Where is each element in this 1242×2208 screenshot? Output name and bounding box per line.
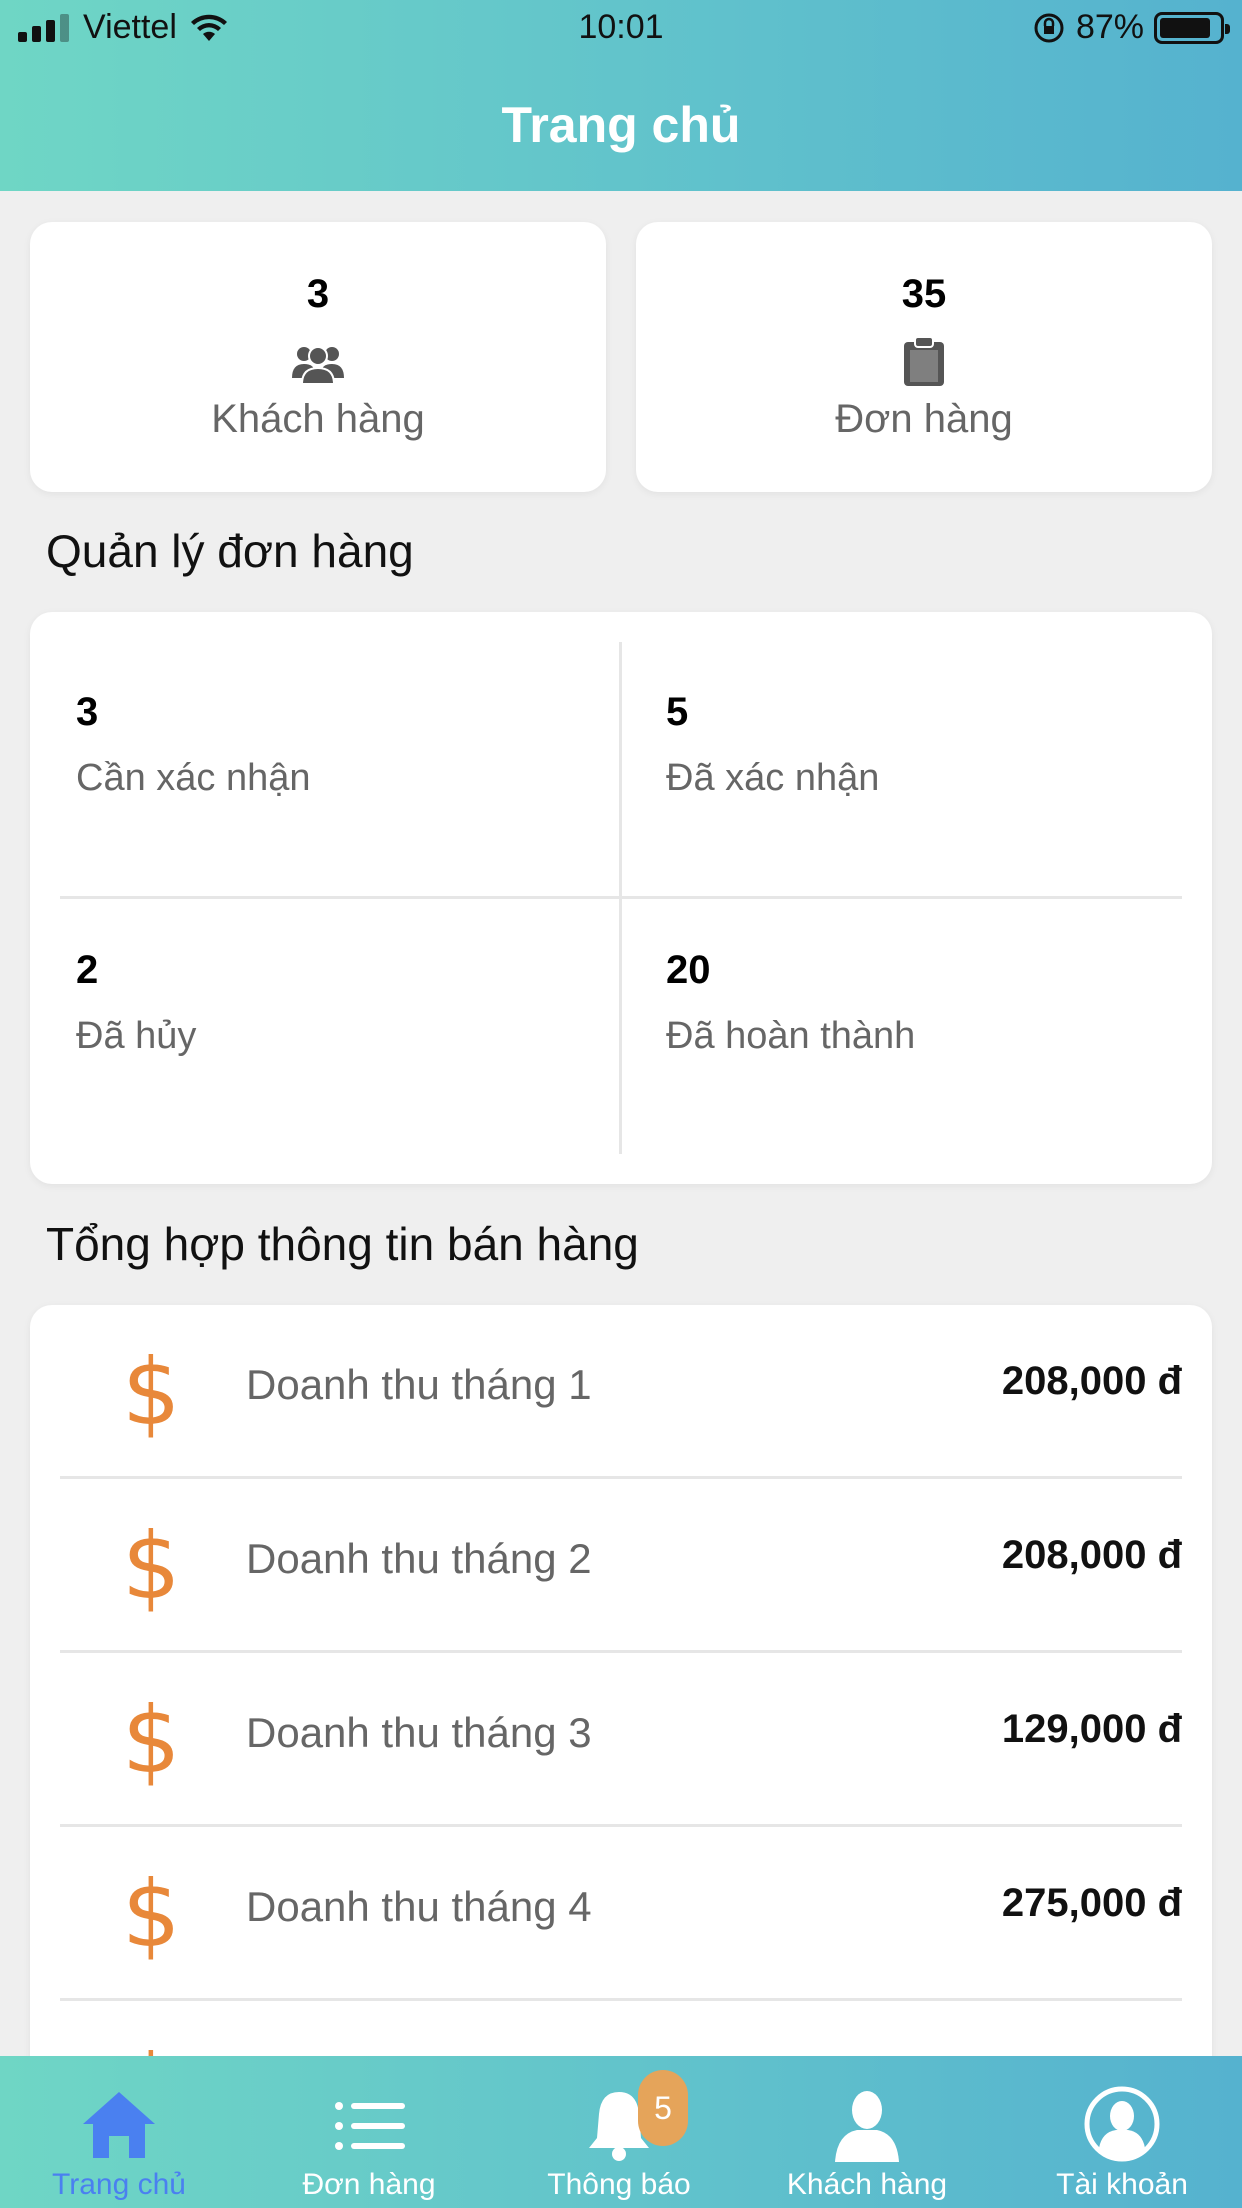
order-status-completed[interactable]: 20 Đã hoàn thành bbox=[666, 948, 1206, 1058]
tab-home[interactable]: Trang chủ bbox=[0, 2056, 243, 2208]
divider bbox=[60, 896, 1182, 899]
status-bar: Viettel 10:01 87% bbox=[0, 0, 1242, 60]
revenue-value: 129,000 đ bbox=[1001, 1707, 1182, 1751]
pending-count: 3 bbox=[76, 690, 99, 734]
tab-orders[interactable]: Đơn hàng bbox=[245, 2056, 493, 2208]
dollar-icon: $ bbox=[122, 1861, 181, 1968]
revenue-label: Doanh thu tháng 2 bbox=[246, 1535, 592, 1582]
dollar-icon: $ bbox=[122, 1687, 181, 1794]
tab-bar: Trang chủ Đơn hàng 5 Thông báo Khách hàn… bbox=[0, 2056, 1242, 2208]
revenue-row[interactable]: $ Doanh thu tháng 4 275,000 đ bbox=[30, 1827, 1212, 2001]
cancelled-label: Đã hủy bbox=[76, 1015, 197, 1057]
completed-count: 20 bbox=[666, 948, 711, 992]
page-title: Trang chủ bbox=[501, 97, 741, 153]
notification-badge: 5 bbox=[638, 2070, 688, 2146]
tab-notifications-label: Thông báo bbox=[547, 2168, 691, 2201]
orders-summary-card[interactable]: 35 Đơn hàng bbox=[636, 222, 1212, 492]
dollar-icon: $ bbox=[122, 1339, 181, 1446]
revenue-value: 275,000 đ bbox=[1001, 1881, 1182, 1925]
orders-label: Đơn hàng bbox=[835, 397, 1013, 441]
person-icon bbox=[835, 2091, 899, 2162]
completed-label: Đã hoàn thành bbox=[666, 1015, 916, 1057]
orders-count: 35 bbox=[901, 272, 947, 316]
sales-summary-title: Tổng hợp thông tin bán hàng bbox=[46, 1218, 639, 1270]
home-icon bbox=[83, 2092, 155, 2158]
cancelled-count: 2 bbox=[76, 948, 99, 992]
confirmed-count: 5 bbox=[666, 690, 689, 734]
tab-customers[interactable]: Khách hàng bbox=[743, 2056, 991, 2208]
battery-level bbox=[1160, 17, 1211, 38]
tab-notifications[interactable]: 5 Thông báo bbox=[495, 2056, 743, 2208]
revenue-value: 208,000 đ bbox=[1001, 1359, 1182, 1403]
list-icon bbox=[335, 2102, 405, 2150]
dollar-icon: $ bbox=[122, 1513, 181, 1620]
tab-account-label: Tài khoản bbox=[1056, 2168, 1188, 2201]
tab-orders-label: Đơn hàng bbox=[302, 2168, 436, 2201]
clipboard-icon bbox=[904, 336, 944, 386]
revenue-label: Doanh thu tháng 4 bbox=[246, 1883, 592, 1930]
rotation-lock-icon bbox=[1034, 13, 1064, 42]
battery-percent: 87% bbox=[1075, 8, 1144, 46]
account-icon bbox=[1084, 2086, 1160, 2162]
revenue-row[interactable]: $ Doanh thu tháng 3 129,000 đ bbox=[30, 1653, 1212, 1827]
tab-account[interactable]: Tài khoản bbox=[998, 2056, 1242, 2208]
customers-summary-card[interactable]: 3 Khách hàng bbox=[30, 222, 606, 492]
pending-label: Cần xác nhận bbox=[76, 757, 311, 799]
order-status-pending[interactable]: 3 Cần xác nhận bbox=[76, 690, 616, 800]
tab-customers-label: Khách hàng bbox=[786, 2168, 948, 2201]
revenue-label: Doanh thu tháng 3 bbox=[246, 1709, 592, 1756]
customers-label: Khách hàng bbox=[211, 397, 425, 441]
customers-icon bbox=[292, 346, 344, 384]
customers-count: 3 bbox=[306, 272, 330, 316]
order-status-cancelled[interactable]: 2 Đã hủy bbox=[76, 948, 616, 1058]
revenue-row[interactable]: $ Doanh thu tháng 1 208,000 đ bbox=[30, 1305, 1212, 1479]
order-management-card: 3 Cần xác nhận 5 Đã xác nhận 2 Đã hủy 20… bbox=[30, 612, 1212, 1184]
confirmed-label: Đã xác nhận bbox=[666, 757, 880, 799]
battery-icon bbox=[1154, 11, 1230, 44]
revenue-value: 208,000 đ bbox=[1001, 1533, 1182, 1577]
order-management-title: Quản lý đơn hàng bbox=[46, 525, 414, 577]
order-status-confirmed[interactable]: 5 Đã xác nhận bbox=[666, 690, 1206, 800]
revenue-row[interactable]: $ Doanh thu tháng 2 208,000 đ bbox=[30, 1479, 1212, 1653]
revenue-label: Doanh thu tháng 1 bbox=[246, 1361, 592, 1408]
header: Viettel 10:01 87% Trang chủ bbox=[0, 0, 1242, 191]
tab-home-label: Trang chủ bbox=[52, 2168, 186, 2201]
